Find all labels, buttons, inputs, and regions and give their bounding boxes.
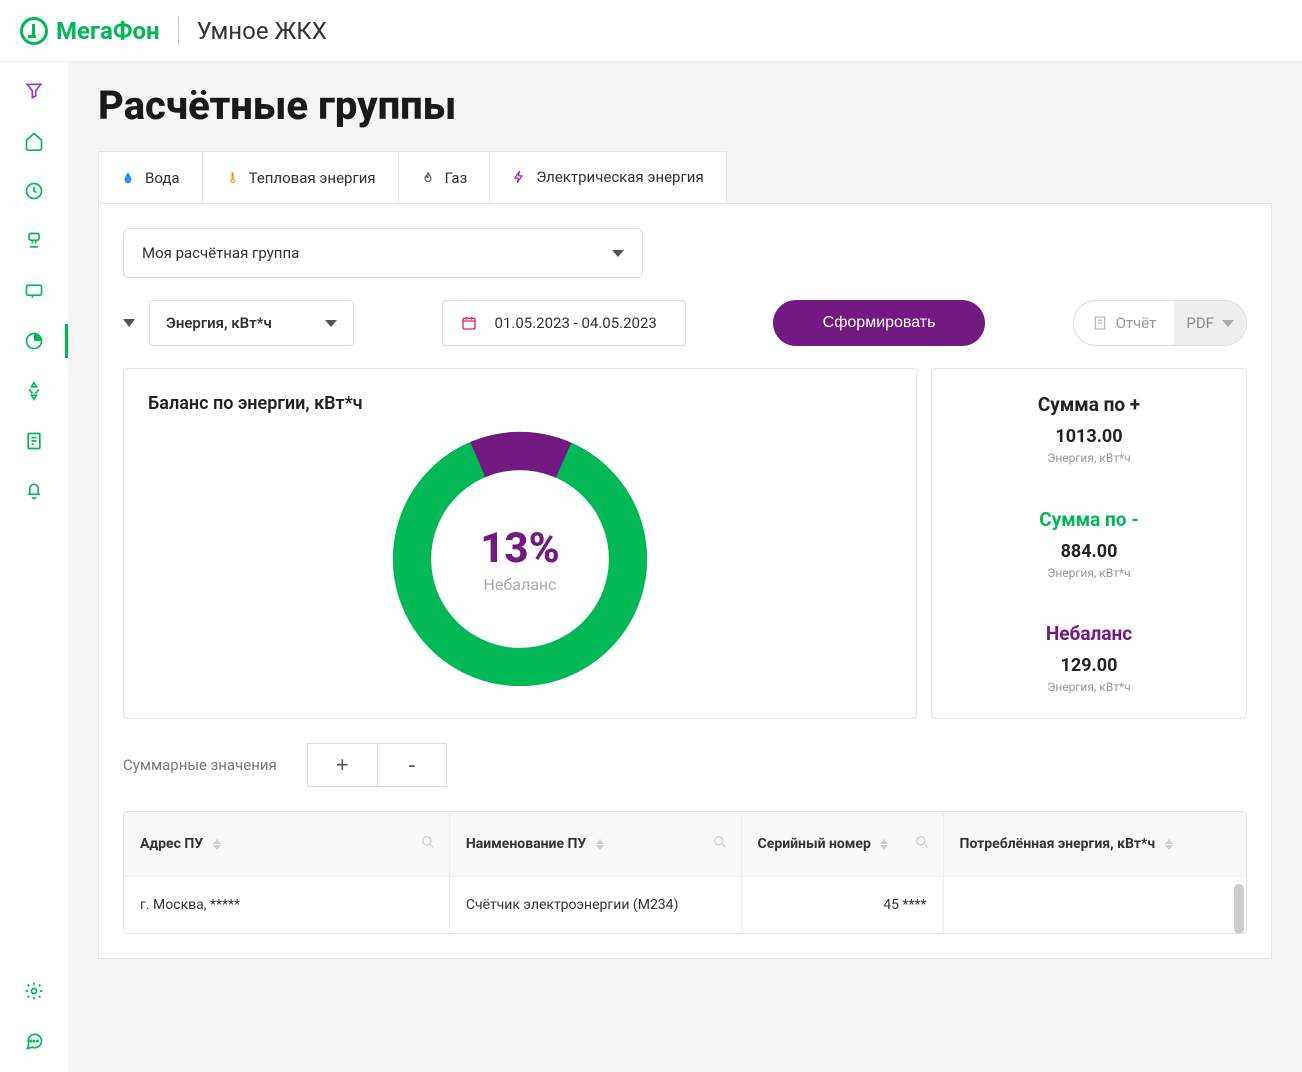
unit-select-value: Энергия, кВт*ч xyxy=(166,314,272,332)
stat-imbalance: Небаланс 129.00 Энергия, кВт*ч xyxy=(956,622,1222,694)
tab-label: Газ xyxy=(445,169,468,187)
search-icon[interactable] xyxy=(421,835,435,853)
resource-tabs: Вода Тепловая энергия Газ Электрическая … xyxy=(98,151,1272,204)
stat-unit: Энергия, кВт*ч xyxy=(956,680,1222,694)
sidebar-item-notifications[interactable] xyxy=(23,480,45,502)
search-icon[interactable] xyxy=(713,835,727,853)
stat-sum-plus: Сумма по + 1013.00 Энергия, кВт*ч xyxy=(956,393,1222,465)
page-title: Расчётные группы xyxy=(98,82,1272,129)
th-consumed[interactable]: Потреблённая энергия, кВт*ч xyxy=(943,812,1246,877)
sidebar-item-calc-groups[interactable] xyxy=(23,330,45,352)
stat-title: Сумма по - xyxy=(956,508,1222,531)
report-label: Отчёт xyxy=(1116,314,1157,332)
sort-toggle[interactable] xyxy=(123,319,135,327)
sort-icon xyxy=(1165,839,1173,850)
sidebar-item-reports[interactable] xyxy=(23,430,45,452)
th-address[interactable]: Адрес ПУ xyxy=(124,812,449,877)
generate-button[interactable]: Сформировать xyxy=(773,300,985,346)
cell-name: Счётчик электроэнергии (М234) xyxy=(449,877,741,934)
brand-name: МегаФон xyxy=(56,17,160,45)
tab-label: Электрическая энергия xyxy=(536,168,703,186)
tab-water[interactable]: Вода xyxy=(98,151,203,203)
summary-minus-button[interactable]: - xyxy=(377,743,447,787)
main-content: Расчётные группы Вода Тепловая энергия Г… xyxy=(68,62,1302,1072)
donut-chart: 13% Небаланс xyxy=(148,424,892,694)
sidebar-item-devices[interactable] xyxy=(23,230,45,252)
sidebar-item-dashboard[interactable] xyxy=(23,180,45,202)
group-select-value: Моя расчётная группа xyxy=(142,244,299,262)
sort-icon xyxy=(880,839,888,850)
sidebar xyxy=(0,62,68,1072)
th-name[interactable]: Наименование ПУ xyxy=(449,812,741,877)
chevron-down-icon xyxy=(612,250,624,257)
chart-title: Баланс по энергии, кВт*ч xyxy=(148,393,892,414)
stat-unit: Энергия, кВт*ч xyxy=(956,451,1222,465)
date-range-value: 01.05.2023 - 04.05.2023 xyxy=(495,314,657,332)
summary-label: Суммарные значения xyxy=(123,756,277,774)
brand-logo: МегаФон xyxy=(20,17,160,45)
table-row[interactable]: г. Москва, ***** Счётчик электроэнергии … xyxy=(124,877,1246,934)
stats-card: Сумма по + 1013.00 Энергия, кВт*ч Сумма … xyxy=(931,368,1247,719)
stat-value: 1013.00 xyxy=(956,426,1222,447)
cell-serial: 45 **** xyxy=(741,877,943,934)
tab-label: Тепловая энергия xyxy=(249,169,376,187)
stat-value: 884.00 xyxy=(956,541,1222,562)
megafon-logo-icon xyxy=(20,17,48,45)
calendar-icon xyxy=(461,315,477,331)
sidebar-item-chat[interactable] xyxy=(23,1030,45,1052)
gas-icon xyxy=(421,170,435,186)
product-name: Умное ЖКХ xyxy=(197,17,327,45)
sort-icon xyxy=(213,839,221,850)
header-divider xyxy=(178,17,179,45)
tab-heat[interactable]: Тепловая энергия xyxy=(202,151,399,203)
group-select[interactable]: Моя расчётная группа xyxy=(123,228,643,278)
date-range-picker[interactable]: 01.05.2023 - 04.05.2023 xyxy=(442,300,686,346)
scrollbar-thumb[interactable] xyxy=(1234,884,1244,934)
sort-icon xyxy=(596,839,604,850)
tab-label: Вода xyxy=(145,169,180,187)
cell-consumed xyxy=(943,877,1246,934)
report-export[interactable]: Отчёт PDF xyxy=(1073,300,1247,346)
summary-plus-button[interactable]: + xyxy=(307,743,377,787)
document-icon xyxy=(1092,315,1108,331)
sidebar-item-resources[interactable] xyxy=(23,380,45,402)
meters-table: Адрес ПУ Наименование ПУ xyxy=(123,811,1247,934)
electric-icon xyxy=(512,169,526,185)
cell-address: г. Москва, ***** xyxy=(124,877,449,934)
balance-chart-card: Баланс по энергии, кВт*ч 13% Небаланс xyxy=(123,368,917,719)
app-header: МегаФон Умное ЖКХ xyxy=(0,0,1302,62)
sidebar-item-messages[interactable] xyxy=(23,280,45,302)
stat-title: Сумма по + xyxy=(956,393,1222,416)
report-format: PDF xyxy=(1186,314,1214,332)
th-serial[interactable]: Серийный номер xyxy=(741,812,943,877)
tab-electric[interactable]: Электрическая энергия xyxy=(489,151,726,203)
stat-value: 129.00 xyxy=(956,655,1222,676)
table-scrollbar[interactable] xyxy=(1234,884,1244,929)
chevron-down-icon xyxy=(1222,320,1234,327)
stat-unit: Энергия, кВт*ч xyxy=(956,566,1222,580)
tab-gas[interactable]: Газ xyxy=(398,151,491,203)
unit-select[interactable]: Энергия, кВт*ч xyxy=(149,300,354,346)
content-panel: Моя расчётная группа Энергия, кВт*ч 01.0… xyxy=(98,204,1272,959)
stat-sum-minus: Сумма по - 884.00 Энергия, кВт*ч xyxy=(956,508,1222,580)
heat-icon xyxy=(225,170,239,186)
sidebar-item-settings[interactable] xyxy=(23,980,45,1002)
search-icon[interactable] xyxy=(915,835,929,853)
stat-title: Небаланс xyxy=(956,622,1222,645)
water-icon xyxy=(121,170,135,186)
donut-label: Небаланс xyxy=(480,575,560,594)
sidebar-item-home[interactable] xyxy=(23,130,45,152)
sidebar-item-filter[interactable] xyxy=(23,80,45,102)
chevron-down-icon xyxy=(325,320,337,327)
donut-percentage: 13% xyxy=(480,524,560,573)
